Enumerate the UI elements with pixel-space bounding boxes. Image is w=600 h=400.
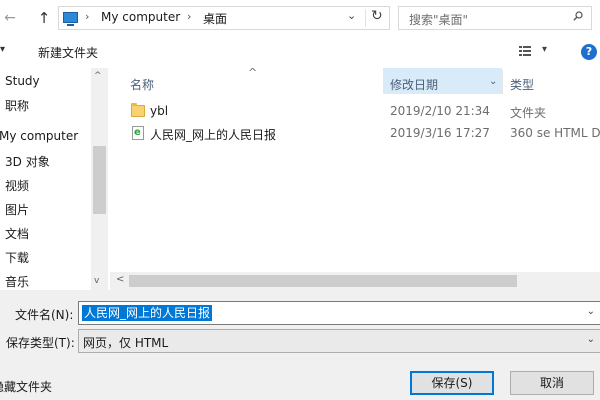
new-folder-button[interactable]: 新建文件夹 — [38, 44, 98, 61]
table-row[interactable]: e 人民网_网上的人民日报 2019/3/16 17:27 360 se HTM… — [110, 122, 600, 144]
chevron-down-icon[interactable]: ▾ — [0, 44, 5, 55]
chevron-down-icon[interactable]: ⌄ — [489, 76, 497, 87]
view-dropdown-icon[interactable]: ▾ — [542, 44, 547, 55]
column-header-date[interactable]: 修改日期 — [390, 76, 438, 93]
address-bar[interactable]: › My computer › 桌面 ⌄ ↻ — [58, 6, 390, 30]
nav-item-documents[interactable]: 文档 — [5, 225, 29, 242]
help-icon[interactable]: ? — [581, 44, 597, 60]
scroll-up-icon[interactable]: ^ — [94, 71, 102, 81]
column-divider[interactable] — [502, 70, 503, 94]
file-list: ^ 名称 修改日期 ⌄ 类型 ybl 2019/2/10 21:34 文件夹 e… — [110, 66, 600, 290]
search-placeholder: 搜索"桌面" — [409, 13, 469, 27]
table-row[interactable]: ybl 2019/2/10 21:34 文件夹 — [110, 100, 600, 122]
address-row: ← ↑ › My computer › 桌面 ⌄ ↻ 搜索"桌面" — [0, 0, 600, 36]
scrollbar-thumb[interactable] — [93, 146, 106, 214]
html-file-icon: e — [132, 126, 144, 140]
nav-item-3d-objects[interactable]: 3D 对象 — [5, 153, 50, 170]
folder-icon — [131, 103, 145, 117]
chevron-down-icon[interactable]: ⌄ — [587, 334, 595, 345]
search-icon — [573, 11, 583, 21]
row-date: 2019/2/10 21:34 — [390, 104, 490, 118]
horizontal-scrollbar[interactable]: < — [110, 272, 600, 290]
nav-item-downloads[interactable]: 下载 — [5, 249, 29, 266]
scroll-down-icon[interactable]: v — [94, 276, 99, 286]
navigation-pane: Study 职称 My computer 3D 对象 视频 图片 文档 下载 音… — [0, 68, 108, 290]
row-name: 人民网_网上的人民日报 — [150, 128, 277, 142]
back-arrow-icon[interactable]: ← — [2, 0, 18, 36]
column-header-name[interactable]: 名称 — [130, 76, 154, 93]
breadcrumb-separator-icon[interactable]: › — [187, 10, 191, 23]
row-type: 文件夹 — [510, 106, 547, 120]
breadcrumb-my-computer[interactable]: My computer — [101, 10, 180, 24]
computer-icon — [63, 12, 78, 26]
sort-up-icon: ^ — [248, 66, 258, 79]
search-input[interactable]: 搜索"桌面" — [398, 6, 592, 30]
save-button[interactable]: 保存(S) — [410, 371, 494, 395]
divider — [365, 9, 366, 27]
row-date: 2019/3/16 17:27 — [390, 126, 490, 140]
filename-label: 文件名(N): — [15, 308, 74, 322]
filename-value[interactable]: 人民网_网上的人民日报 — [82, 305, 213, 321]
filename-field[interactable]: 人民网_网上的人民日报 ⌄ — [78, 301, 600, 325]
filetype-label: 保存类型(T): — [6, 336, 75, 350]
nav-item-pictures[interactable]: 图片 — [5, 201, 29, 218]
breadcrumb-separator-icon[interactable]: › — [85, 10, 89, 23]
filetype-select[interactable]: 网页，仅 HTML ⌄ — [78, 329, 600, 353]
nav-item-study[interactable]: Study — [5, 74, 40, 88]
nav-item-zhicheng[interactable]: 职称 — [5, 97, 29, 114]
breadcrumb-desktop[interactable]: 桌面 — [203, 10, 227, 27]
scroll-left-icon[interactable]: < — [116, 274, 124, 285]
nav-item-videos[interactable]: 视频 — [5, 177, 29, 194]
row-type: 360 se HTML D — [510, 126, 600, 140]
nav-scrollbar[interactable]: ^ v — [91, 68, 108, 290]
filetype-value: 网页，仅 HTML — [83, 336, 169, 350]
up-arrow-icon[interactable]: ↑ — [36, 0, 52, 36]
row-name: ybl — [150, 104, 169, 118]
view-options-icon[interactable] — [518, 44, 532, 58]
hide-folders-toggle[interactable]: 隐藏文件夹 — [0, 378, 52, 395]
scrollbar-thumb[interactable] — [129, 275, 517, 287]
chevron-down-icon[interactable]: ⌄ — [587, 306, 595, 317]
cancel-button[interactable]: 取消 — [510, 371, 594, 395]
column-header-type[interactable]: 类型 — [510, 76, 534, 93]
nav-item-music[interactable]: 音乐 — [5, 273, 29, 290]
refresh-icon[interactable]: ↻ — [371, 8, 383, 24]
address-dropdown-icon[interactable]: ⌄ — [347, 9, 356, 22]
save-options-panel: 文件名(N): 人民网_网上的人民日报 ⌄ 保存类型(T): 网页，仅 HTML… — [0, 290, 600, 400]
nav-item-my-computer[interactable]: My computer — [0, 129, 78, 143]
toolbar: ▾ 新建文件夹 ▾ ? — [0, 36, 600, 68]
